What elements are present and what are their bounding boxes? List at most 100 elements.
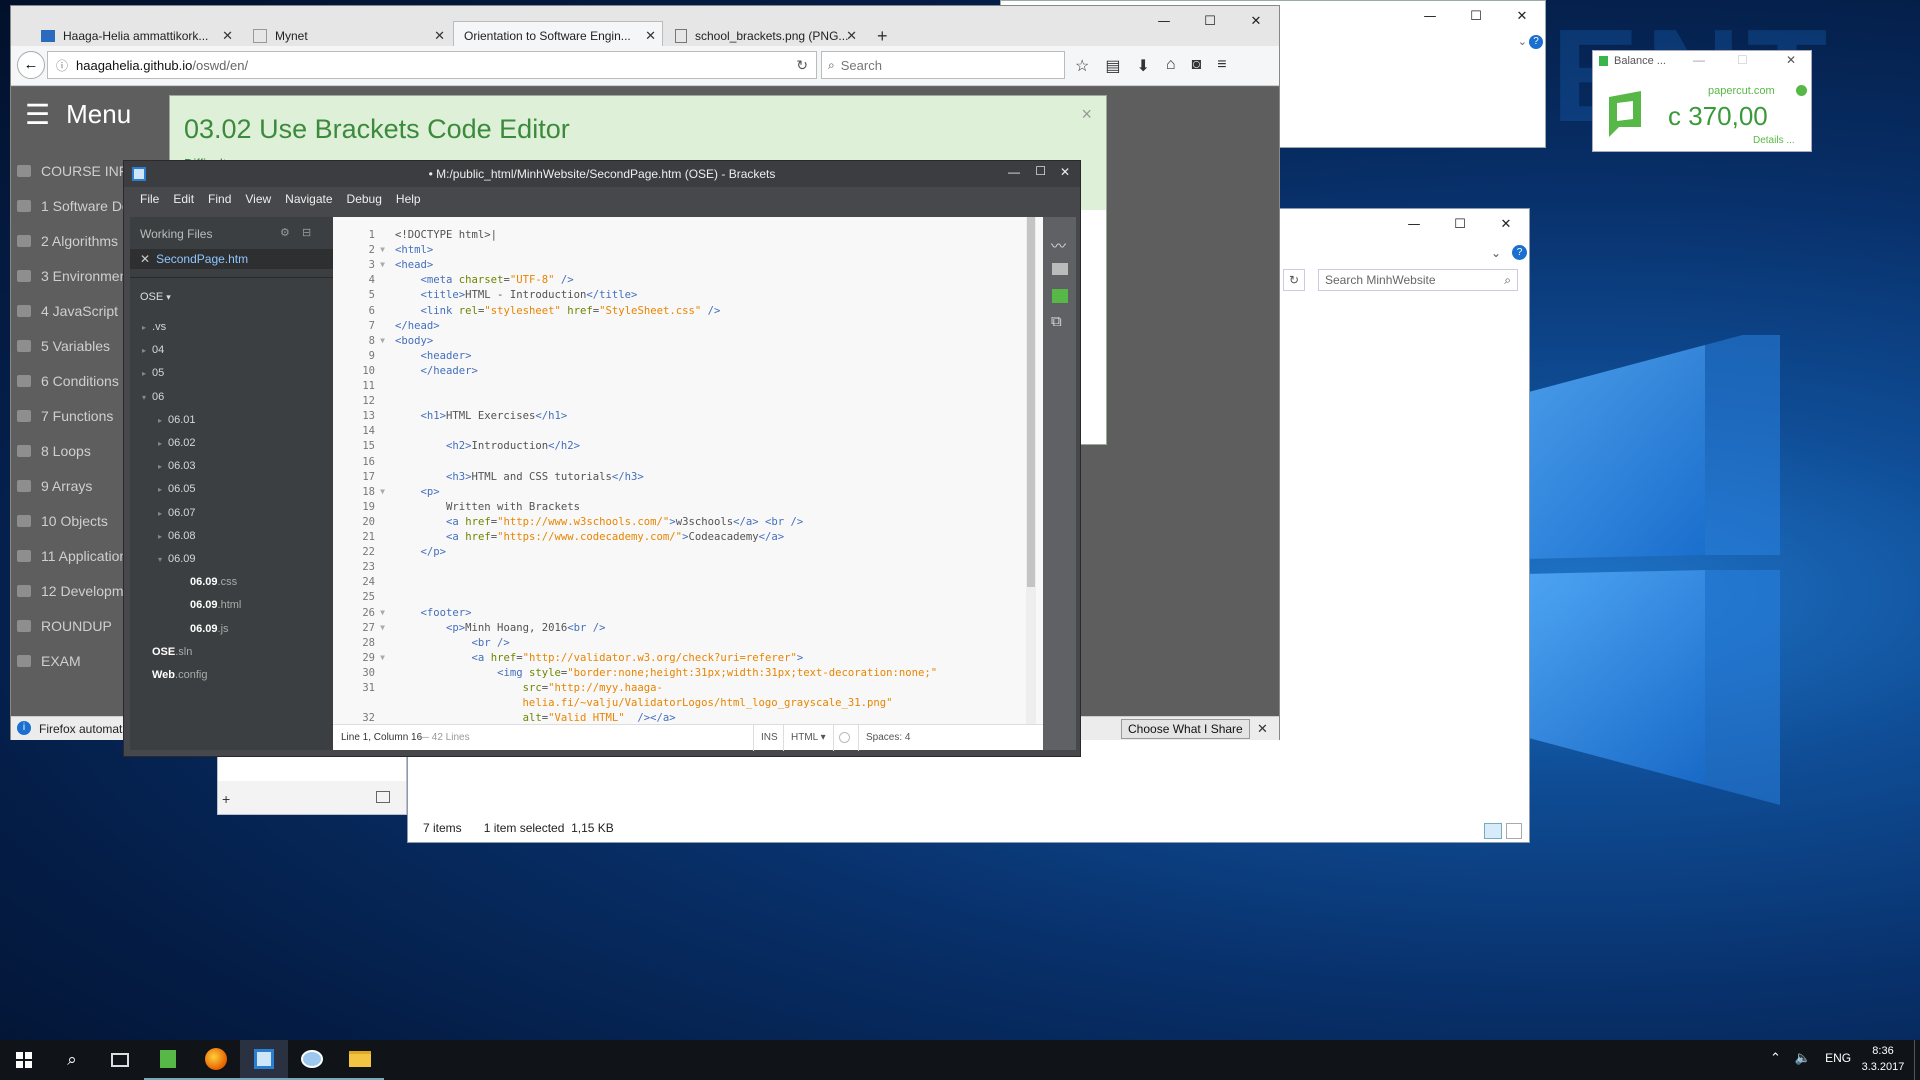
course-menu-item[interactable]: 8 Loops: [17, 437, 91, 465]
hamburger-menu-icon[interactable]: ≡: [1217, 56, 1226, 76]
back-button[interactable]: ←: [17, 51, 45, 79]
maximize-icon[interactable]: ☐: [1187, 6, 1233, 36]
folder-toggle-icon[interactable]: ▸: [142, 323, 146, 332]
tree-file[interactable]: OSE.sln: [152, 646, 192, 658]
folder-toggle-icon[interactable]: ▸: [158, 485, 162, 494]
refresh-icon[interactable]: [1796, 85, 1807, 96]
maximize-icon[interactable]: ☐: [1035, 164, 1046, 178]
pocket-icon[interactable]: ◙: [1192, 56, 1202, 76]
fold-toggle-icon[interactable]: ▼: [375, 608, 385, 617]
code-line[interactable]: <footer>: [395, 607, 472, 619]
minimize-icon[interactable]: —: [1407, 1, 1453, 31]
code-line[interactable]: <img style="border:none;height:31px;widt…: [395, 667, 937, 679]
folder-toggle-icon[interactable]: ▸: [142, 369, 146, 378]
tree-folder[interactable]: ▾ 06: [142, 391, 164, 403]
fold-toggle-icon[interactable]: ▼: [375, 623, 385, 632]
tree-folder[interactable]: ▸ .vs: [142, 321, 166, 333]
close-tab-icon[interactable]: ✕: [222, 28, 233, 44]
brackets-window[interactable]: • M:/public_html/MinhWebsite/SecondPage.…: [123, 160, 1081, 757]
tree-folder[interactable]: ▸ 06.01: [158, 414, 196, 426]
course-menu-item[interactable]: 1 Software De: [17, 192, 130, 220]
help-icon[interactable]: ?: [1512, 245, 1527, 260]
code-line[interactable]: <h3>HTML and CSS tutorials</h3>: [395, 471, 644, 483]
code-line[interactable]: <br />: [395, 637, 510, 649]
code-line[interactable]: <p>Minh Hoang, 2016<br />: [395, 622, 605, 634]
code-line[interactable]: <link rel="stylesheet" href="StyleSheet.…: [395, 305, 721, 317]
papercut-link[interactable]: papercut.com: [1708, 85, 1775, 97]
code-line[interactable]: </head>: [395, 320, 440, 332]
code-line[interactable]: <a href="https://www.codecademy.com/">Co…: [395, 531, 784, 543]
tab-school-brackets[interactable]: school_brackets.png (PNG... ✕: [665, 24, 863, 48]
papercut-taskbar-icon[interactable]: [144, 1040, 192, 1080]
fold-toggle-icon[interactable]: ▼: [375, 260, 385, 269]
course-menu-item[interactable]: 11 Application: [17, 542, 127, 570]
minimize-icon[interactable]: —: [1693, 53, 1705, 67]
folder-toggle-icon[interactable]: ▸: [158, 509, 162, 518]
tree-folder[interactable]: ▸ 05: [142, 367, 164, 379]
card-close-button[interactable]: ×: [1081, 104, 1092, 125]
code-line[interactable]: <h1>HTML Exercises</h1>: [395, 410, 568, 422]
code-line[interactable]: </header>: [395, 365, 478, 377]
code-line[interactable]: <title>HTML - Introduction</title>: [395, 289, 638, 301]
add-icon[interactable]: +: [222, 791, 230, 807]
hamburger-menu-icon[interactable]: ☰: [25, 100, 50, 129]
show-desktop-button[interactable]: [1914, 1040, 1920, 1080]
code-line[interactable]: Written with Brackets: [395, 501, 580, 513]
menu-help[interactable]: Help: [396, 192, 421, 206]
course-menu-item[interactable]: 9 Arrays: [17, 472, 92, 500]
course-menu-item[interactable]: 10 Objects: [17, 507, 108, 535]
language-indicator[interactable]: ENG: [1825, 1051, 1851, 1065]
project-dropdown[interactable]: OSE ▾: [140, 291, 171, 303]
extension-icon[interactable]: [1052, 289, 1068, 303]
refresh-icon[interactable]: ↻: [1283, 269, 1305, 291]
menu-label[interactable]: Menu: [66, 99, 131, 130]
menu-find[interactable]: Find: [208, 192, 231, 206]
linting-status-icon[interactable]: [839, 732, 850, 743]
papercut-balance-widget[interactable]: Balance ... — ☐ ✕ papercut.com c 370,00 …: [1592, 50, 1812, 152]
tree-folder[interactable]: ▸ 06.05: [158, 483, 196, 495]
course-menu-item[interactable]: 12 Developme: [17, 577, 131, 605]
close-icon[interactable]: ✕: [1499, 1, 1545, 31]
large-icons-view-icon[interactable]: [1506, 823, 1522, 839]
brackets-taskbar-icon[interactable]: [240, 1040, 288, 1080]
reading-list-icon[interactable]: ▤: [1105, 56, 1120, 76]
course-menu-item[interactable]: 3 Environmen: [17, 262, 127, 290]
code-line[interactable]: <html>: [395, 244, 433, 256]
tree-file[interactable]: 06.09.html: [190, 599, 241, 611]
code-line[interactable]: <body>: [395, 335, 433, 347]
course-menu-item[interactable]: 7 Functions: [17, 402, 113, 430]
help-icon[interactable]: ?: [1529, 35, 1543, 49]
menu-view[interactable]: View: [245, 192, 271, 206]
code-line[interactable]: <head>: [395, 259, 433, 271]
tree-folder[interactable]: ▸ 06.03: [158, 460, 196, 472]
code-line[interactable]: <header>: [395, 350, 472, 362]
folder-toggle-icon[interactable]: ▾: [142, 393, 146, 402]
reload-icon[interactable]: ↻: [796, 57, 808, 74]
course-menu-item[interactable]: 2 Algorithms: [17, 227, 118, 255]
chevron-down-icon[interactable]: ⌄: [1518, 35, 1527, 48]
folder-toggle-icon[interactable]: ▸: [158, 532, 162, 541]
indent-setting[interactable]: Spaces: 4: [866, 732, 910, 743]
tree-file[interactable]: Web.config: [152, 669, 207, 681]
tree-folder[interactable]: ▸ 06.02: [158, 437, 196, 449]
file-explorer-taskbar-icon[interactable]: [336, 1040, 384, 1080]
code-line[interactable]: <a href="http://www.w3schools.com/">w3sc…: [395, 516, 803, 528]
volume-icon[interactable]: 🔈: [1795, 1050, 1811, 1066]
home-icon[interactable]: ⌂: [1166, 56, 1176, 76]
course-menu-item[interactable]: EXAM: [17, 647, 81, 675]
code-line[interactable]: <p>: [395, 486, 440, 498]
url-bar[interactable]: ⓘ haagahelia.github.io/oswd/en/ ↻: [47, 51, 817, 79]
download-icon[interactable]: ⬇: [1136, 56, 1149, 76]
tree-folder[interactable]: ▸ 04: [142, 344, 164, 356]
tree-file[interactable]: 06.09.js: [190, 623, 229, 635]
details-link[interactable]: Details ...: [1753, 135, 1795, 146]
code-line[interactable]: <!DOCTYPE html>|: [395, 229, 497, 241]
fold-toggle-icon[interactable]: ▼: [375, 336, 385, 345]
choose-what-i-share-button[interactable]: Choose What I Share: [1121, 719, 1250, 739]
scrollbar[interactable]: [1026, 217, 1036, 724]
fold-toggle-icon[interactable]: ▼: [375, 653, 385, 662]
close-icon[interactable]: ✕: [1786, 53, 1796, 67]
tree-folder[interactable]: ▸ 06.08: [158, 530, 196, 542]
gear-icon[interactable]: ⚙: [280, 226, 290, 239]
folder-toggle-icon[interactable]: ▸: [158, 416, 162, 425]
